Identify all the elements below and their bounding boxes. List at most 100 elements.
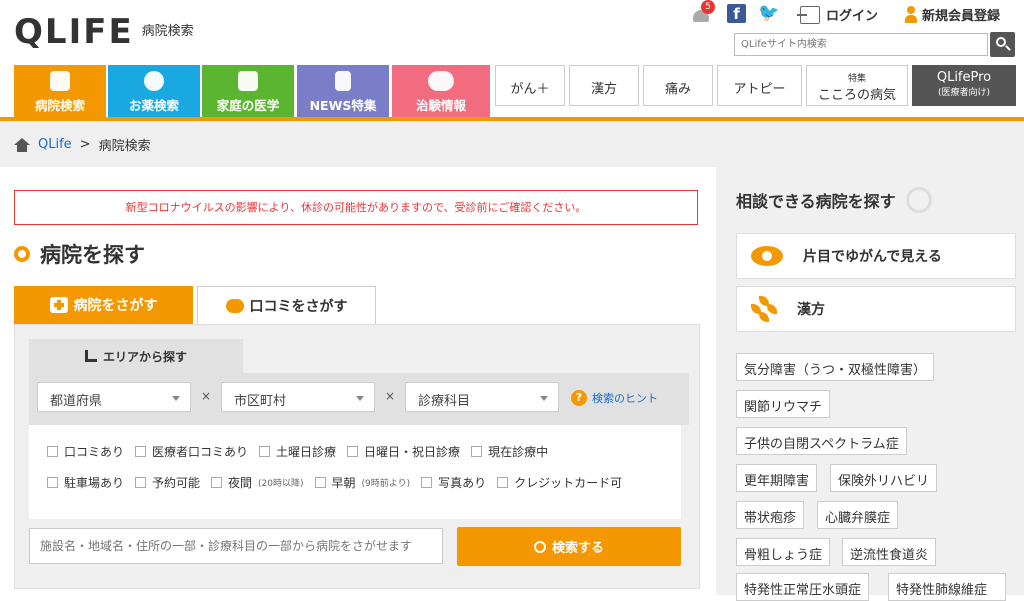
search-button[interactable]: 検索する <box>457 527 681 566</box>
subnav-label: アトピー <box>733 82 786 97</box>
tag-ipf[interactable]: 特発性肺線維症 <box>888 573 1006 601</box>
sidebar-title-text: 相談できる病院を探す <box>736 192 896 211</box>
tag-rehabilitation[interactable]: 保険外リハビリ <box>830 464 938 492</box>
subnav-cancer[interactable]: がん＋ <box>495 65 565 106</box>
people-icon <box>428 71 454 91</box>
speech-bubble-icon <box>225 298 244 313</box>
register-label: 新規会員登録 <box>922 9 1001 24</box>
site-search-input[interactable] <box>734 33 988 56</box>
search-button-label: 検索する <box>551 541 604 556</box>
tag-mood-disorder[interactable]: 気分障害（うつ・双極性障害） <box>736 353 935 381</box>
ring-icon <box>14 246 30 262</box>
hospital-cross-icon <box>50 71 70 91</box>
magnifier-icon <box>905 187 932 213</box>
hint-label: 検索のヒント <box>592 392 658 405</box>
leaf-icon <box>751 296 777 322</box>
nav-label: 家庭の医学 <box>216 98 280 113</box>
area-select-row: 都道府県 × 市区町村 × 診療科目 ? 検索のヒント <box>29 373 689 425</box>
filter-checkboxes: 口コミあり 医療者口コミあり 土曜日診療 日曜日・祝日診療 現在診療中 駐車場あ… <box>29 425 681 519</box>
tag-valvular-disease[interactable]: 心臓弁膜症 <box>817 501 899 529</box>
card-distorted-vision[interactable]: 片目でゆがんで見える <box>736 233 1016 279</box>
subnav-feature-label: 特集 <box>847 74 866 84</box>
nav-label: NEWS特集 <box>309 98 377 113</box>
breadcrumb: QLife > 病院検索 <box>14 135 151 154</box>
card-label: 片目でゆがんで見える <box>803 249 942 265</box>
sidebar: 相談できる病院を探す 片目でゆがんで見える 漢方 気分障害（うつ・双極性障害） … <box>716 167 1024 601</box>
logo-text: QLIFE <box>14 12 134 52</box>
area-tab-label: エリアから探す <box>102 349 187 364</box>
checkbox-medical-reviews[interactable]: 医療者口コミあり <box>135 443 248 460</box>
page-title: 病院を探す <box>14 239 145 269</box>
nav-label: お薬検索 <box>128 98 179 113</box>
area-icon <box>84 350 97 362</box>
subnav-pain[interactable]: 痛み <box>643 65 713 106</box>
site-logo[interactable]: QLIFE 病院検索 <box>14 12 194 52</box>
tag-autism[interactable]: 子供の自閉スペクトラム症 <box>736 427 907 455</box>
checkbox-early-morning[interactable]: 早朝 (9時前より) <box>314 474 410 491</box>
login-label: ログイン <box>826 9 879 24</box>
checkbox-credit-card[interactable]: クレジットカード可 <box>497 474 622 491</box>
keyword-search-input[interactable] <box>29 528 443 564</box>
nav-label: 治験情報 <box>415 98 466 113</box>
nav-news[interactable]: NEWS特集 <box>297 65 389 117</box>
notification-badge: 5 <box>701 0 715 14</box>
subnav-kampo[interactable]: 漢方 <box>569 65 639 106</box>
card-kampo[interactable]: 漢方 <box>736 286 1016 332</box>
breadcrumb-bar <box>0 121 1024 167</box>
site-search-button[interactable] <box>990 32 1015 57</box>
home-icon[interactable] <box>14 137 30 152</box>
search-icon <box>533 540 546 553</box>
nav-home-medicine[interactable]: 家庭の医学 <box>202 65 294 117</box>
subnav-label: がん＋ <box>510 82 550 97</box>
tag-nph[interactable]: 特発性正常圧水頭症 <box>736 573 870 601</box>
tag-menopause[interactable]: 更年期障害 <box>736 464 818 492</box>
checkbox-sunday-holiday[interactable]: 日曜日・祝日診療 <box>347 443 460 460</box>
area-search-tab[interactable]: エリアから探す <box>29 339 243 373</box>
hospital-cross-icon <box>49 297 68 313</box>
checkbox-reservation[interactable]: 予約可能 <box>135 474 200 491</box>
times-separator: × <box>201 389 212 403</box>
tag-shingles[interactable]: 帯状疱疹 <box>736 501 805 529</box>
twitter-icon[interactable]: 🐦 <box>758 3 780 23</box>
breadcrumb-home-link[interactable]: QLife <box>38 137 72 152</box>
nav-label: 病院検索 <box>34 98 85 113</box>
search-hint-link[interactable]: ? 検索のヒント <box>571 390 658 406</box>
subnav-sub-label: (医療者向け) <box>937 88 991 98</box>
checkbox-open-now[interactable]: 現在診療中 <box>471 443 548 460</box>
pill-icon <box>144 71 164 91</box>
tab-review-search[interactable]: 口コミをさがす <box>197 286 376 324</box>
tag-rheumatoid-arthritis[interactable]: 関節リウマチ <box>736 390 831 418</box>
subnav-mental[interactable]: 特集 こころの病気 <box>806 65 908 106</box>
tab-label: 病院をさがす <box>73 298 158 314</box>
department-select[interactable]: 診療科目 <box>405 382 559 412</box>
first-aid-icon <box>238 71 258 91</box>
site-header: QLIFE 病院検索 5 f 🐦 ログイン 新規会員登録 病院検索 お薬検索 家… <box>0 0 1024 118</box>
tab-hospital-search[interactable]: 病院をさがす <box>14 286 193 324</box>
subnav-qlifepro[interactable]: QLifePro (医療者向け) <box>912 65 1016 106</box>
checkbox-photos[interactable]: 写真あり <box>421 474 486 491</box>
checkbox-night[interactable]: 夜間 (20時以降) <box>211 474 304 491</box>
login-link[interactable]: ログイン <box>797 5 879 24</box>
times-separator: × <box>385 389 396 403</box>
nav-medicine[interactable]: お薬検索 <box>108 65 200 117</box>
checkbox-saturday[interactable]: 土曜日診療 <box>259 443 336 460</box>
nav-hospital[interactable]: 病院検索 <box>14 65 106 117</box>
tag-reflux[interactable]: 逆流性食道炎 <box>842 538 937 566</box>
checkbox-reviews[interactable]: 口コミあり <box>47 443 124 460</box>
prefecture-select[interactable]: 都道府県 <box>37 382 191 412</box>
subnav-atopy[interactable]: アトピー <box>717 65 802 106</box>
nav-clinical-trial[interactable]: 治験情報 <box>392 65 490 117</box>
search-panel: エリアから探す 都道府県 × 市区町村 × 診療科目 ? 検索のヒント 口コミあり… <box>14 324 700 589</box>
login-icon <box>797 5 820 24</box>
subnav-label: QLifePro <box>936 70 992 85</box>
checkbox-parking[interactable]: 駐車場あり <box>47 474 124 491</box>
main-content: 新型コロナウイルスの影響により、休診の可能性がありますので、受診前にご確認くださ… <box>0 167 716 595</box>
facebook-icon[interactable]: f <box>727 4 746 23</box>
person-icon <box>905 5 917 24</box>
covid-alert: 新型コロナウイルスの影響により、休診の可能性がありますので、受診前にご確認くださ… <box>14 190 698 225</box>
page-title-text: 病院を探す <box>40 243 145 267</box>
subnav-label: 痛み <box>664 82 691 97</box>
tag-osteoporosis[interactable]: 骨粗しょう症 <box>736 538 831 566</box>
city-select[interactable]: 市区町村 <box>221 382 375 412</box>
register-link[interactable]: 新規会員登録 <box>905 5 1000 24</box>
